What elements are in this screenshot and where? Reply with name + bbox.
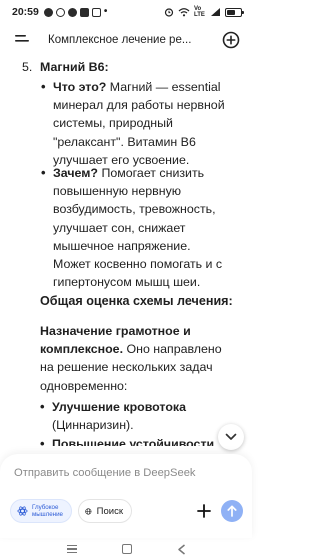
globe-icon: [85, 507, 92, 515]
deep-think-toggle[interactable]: Глубокое мышление: [10, 499, 72, 523]
assessment-paragraph: Назначение грамотное и комплексное. Оно …: [40, 324, 222, 393]
hamburger-icon[interactable]: [14, 31, 32, 49]
notification-icon: [79, 7, 89, 17]
scroll-to-bottom-button[interactable]: [218, 424, 244, 450]
signal-icon: [211, 8, 220, 16]
recent-apps-icon[interactable]: [66, 544, 77, 554]
whatsapp-icon: [55, 7, 65, 17]
list-item-resistance: Повышение устойчивости: [40, 435, 242, 446]
battery-icon: [225, 7, 244, 17]
list-item-number: 5.: [22, 60, 33, 74]
system-nav-bar: [0, 538, 252, 560]
network-type: Vo LTE: [194, 6, 205, 18]
bullet-what-is-it: Что это? Магний — essential минерал для …: [41, 78, 241, 169]
wifi-icon: [178, 8, 190, 17]
plus-icon: [197, 504, 211, 518]
messenger-icon: [43, 7, 53, 17]
assistant-message: 5. Магний B6: Что это? Магний — essentia…: [0, 56, 252, 446]
back-icon[interactable]: [177, 543, 186, 555]
send-button[interactable]: [221, 500, 243, 522]
deep-think-label: Глубокое мышление: [31, 504, 63, 518]
plus-circle-icon: [222, 31, 240, 49]
gallery-icon: [91, 7, 101, 17]
telegram-icon: [67, 7, 77, 17]
search-label: Поиск: [96, 505, 123, 517]
chat-header: Комплексное лечение ре...: [0, 24, 252, 56]
arrow-up-icon: [227, 505, 237, 517]
status-time: 20:59: [12, 6, 39, 18]
home-icon[interactable]: [121, 544, 132, 554]
list-item-bloodflow: Улучшение кровотока (Циннаризин).: [40, 398, 242, 434]
atom-icon: [17, 506, 28, 516]
attach-button[interactable]: [194, 501, 214, 521]
list-item-title: 5. Магний B6:: [22, 58, 109, 76]
message-input[interactable]: Отправить сообщение в DeepSeek: [14, 467, 196, 479]
battery-fill: [227, 9, 235, 15]
bullet-label: Что это?: [53, 80, 107, 94]
section-heading: Общая оценка схемы лечения:: [40, 294, 233, 308]
message-composer: Отправить сообщение в DeepSeek Глубокое …: [0, 454, 252, 538]
status-bar: 20:59 • Vo LTE: [0, 0, 252, 24]
bullet-why: Зачем? Помогает снизить повышенную нервн…: [41, 164, 241, 291]
search-toggle[interactable]: Поиск: [78, 499, 132, 523]
chat-title[interactable]: Комплексное лечение ре...: [48, 34, 218, 46]
alarm-icon: [164, 8, 174, 17]
chevron-down-icon: [225, 433, 237, 440]
bullet-label: Зачем?: [53, 166, 99, 180]
more-notifications-icon: •: [103, 6, 108, 17]
new-chat-button[interactable]: [220, 29, 242, 51]
